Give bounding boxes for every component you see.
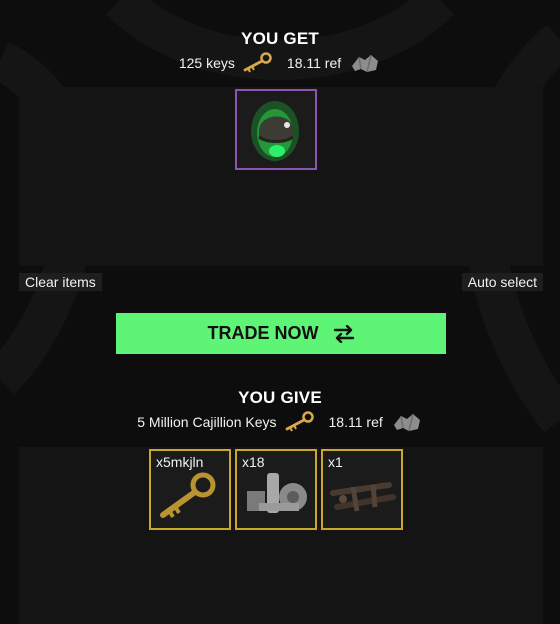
you-get-panel	[19, 87, 543, 266]
you-get-summary: 125 keys 18.11 ref	[0, 52, 560, 74]
swap-arrows-icon	[333, 324, 354, 343]
key-icon	[243, 52, 272, 73]
you-give-keys-text: 5 Million Cajillion Keys	[137, 414, 277, 430]
you-get-title: YOU GET	[241, 29, 319, 48]
item-slot-scrap[interactable]: x1	[321, 449, 403, 530]
item-slot-key[interactable]: x5mkjln	[149, 449, 231, 530]
key-icon	[285, 411, 314, 432]
you-give-ref-text: 18.11 ref	[328, 414, 383, 430]
you-give-summary: 5 Million Cajillion Keys 18.11 ref	[0, 411, 560, 433]
you-give-panel: x5mkjln x18 x1	[19, 447, 543, 624]
unusual-helmet-icon	[251, 101, 299, 161]
scrap-item-icon	[330, 482, 396, 512]
metal-icon	[393, 413, 420, 432]
you-give-title: YOU GIVE	[238, 388, 322, 407]
trade-now-button[interactable]: TRADE NOW	[116, 313, 446, 354]
you-get-ref-text: 18.11 ref	[286, 55, 342, 71]
key-item-icon	[160, 472, 216, 518]
trade-now-label: TRADE NOW	[207, 323, 319, 343]
clear-items-button[interactable]: Clear items	[19, 273, 102, 291]
metal-icon	[352, 54, 379, 73]
item-slot-refined-metal[interactable]: x18	[235, 449, 317, 530]
auto-select-button[interactable]: Auto select	[461, 273, 543, 291]
you-get-keys-text: 125 keys	[178, 55, 235, 71]
item-slot-unusual-helmet[interactable]	[235, 89, 317, 170]
gears-item-icon	[247, 473, 307, 513]
